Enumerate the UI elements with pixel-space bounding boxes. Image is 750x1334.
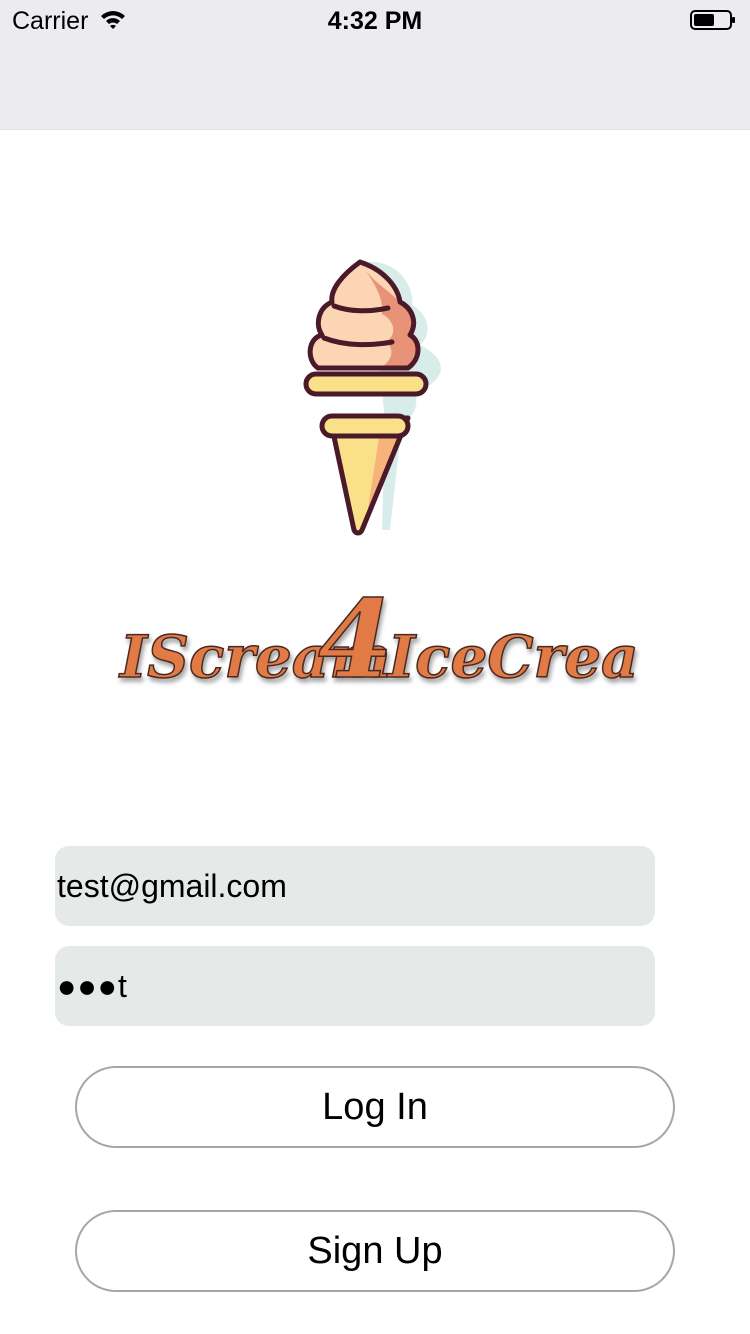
status-bar: Carrier 4:32 PM (0, 0, 750, 40)
battery-icon (690, 10, 735, 30)
ice-cream-cone-icon (303, 259, 441, 536)
navigation-bar (0, 40, 750, 130)
svg-text:4: 4 (318, 577, 393, 703)
password-field[interactable]: ●●●t (55, 946, 655, 1026)
status-time: 4:32 PM (327, 7, 423, 35)
app-wordmark: IScream 4 IceCream (117, 576, 640, 704)
signup-button[interactable]: Sign Up (75, 1210, 675, 1292)
login-button[interactable]: Log In (75, 1066, 675, 1148)
svg-text:IceCream: IceCream (386, 623, 640, 691)
email-field[interactable]: test@gmail.com (55, 846, 655, 926)
